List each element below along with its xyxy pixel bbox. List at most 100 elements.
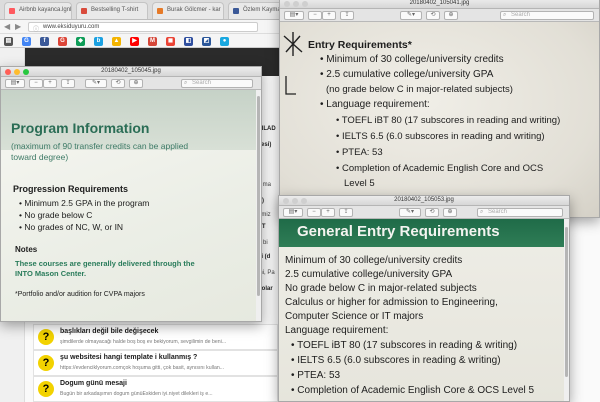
vertical-scrollbar[interactable] <box>256 90 261 321</box>
window-titlebar[interactable]: 20180402_105045.jpg <box>1 67 261 77</box>
address-input[interactable]: ⓘ www.eksiduyuru.com <box>28 22 258 33</box>
markup-pen-icon[interactable]: ✎▾ <box>399 208 421 217</box>
bullet-text: No grade below C <box>24 210 93 220</box>
list-item[interactable]: ? Dogum günü mesaji Bugün bir arkadaşımı… <box>33 376 278 402</box>
search-icon: ⌕ <box>503 12 507 18</box>
red-bookmark-icon[interactable]: ◼ <box>166 37 175 46</box>
tab-label: Airbnb kayanca.lgnl <box>19 7 72 13</box>
search-placeholder: Search <box>488 209 508 215</box>
search-placeholder: Search <box>192 80 212 86</box>
line-text: 2.5 cumulative college/university GPA <box>326 69 494 80</box>
brochure-heading: Entry Requirements* <box>308 39 412 51</box>
brochure-line: • Minimum of 30 college/university credi… <box>320 54 504 65</box>
preview-window-general-entry[interactable]: 20180402_105053.jpg ▤▾ − + ⇪ ✎▾ ⟲ ⊕ ⌕ Se… <box>278 195 570 402</box>
rotate-icon[interactable]: ⟲ <box>425 208 439 217</box>
brochure-line: No grade below C in major-related subjec… <box>285 283 477 294</box>
google-bookmark-icon[interactable]: G <box>22 37 31 46</box>
list-item[interactable]: ? başlıkları değil bile değişecek şimdil… <box>33 324 278 350</box>
markup-toolbox-icon[interactable]: ⊕ <box>443 208 457 217</box>
zoom-out-icon[interactable]: − <box>29 79 43 88</box>
brochure-footnote: *Portfolio and/or audition for CVPA majo… <box>15 291 145 298</box>
google-plus-bookmark-icon[interactable]: G <box>58 37 67 46</box>
zoom-in-icon[interactable]: + <box>322 11 336 20</box>
drive-triangle-bookmark-icon[interactable]: ▲ <box>112 37 121 46</box>
scrollbar-thumb[interactable] <box>257 96 260 296</box>
markup-pen-icon[interactable]: ✎▾ <box>400 11 422 20</box>
gmail-bookmark-icon[interactable]: M <box>148 37 157 46</box>
share-icon[interactable]: ⇪ <box>340 11 354 20</box>
bullet-text: TOEFL iBT 80 (17 subscores in reading & … <box>297 340 518 351</box>
markup-pen-icon[interactable]: ✎▾ <box>85 79 107 88</box>
brochure-line: • 2.5 cumulative college/university GPA <box>320 69 494 80</box>
facebook-bookmark-icon[interactable]: f <box>40 37 49 46</box>
brochure-line: • Language requirement: <box>320 99 430 110</box>
line-text: Language requirement: <box>326 99 430 110</box>
list-item[interactable]: ? şu websitesi hangi template i kullanmı… <box>33 350 278 376</box>
search-input[interactable]: ⌕ Search <box>181 79 253 88</box>
bullet-text: No grades of NC, W, or IN <box>24 222 124 232</box>
zoom-in-icon[interactable]: + <box>43 79 57 88</box>
share-icon[interactable]: ⇪ <box>339 208 353 217</box>
bullet-text: TOEFL iBT 80 (17 subscores in reading an… <box>341 115 561 126</box>
forward-arrow-icon[interactable]: ▶ <box>15 22 21 31</box>
window-titlebar[interactable]: 20180402_105053.jpg <box>279 196 569 206</box>
rotate-icon[interactable]: ⟲ <box>111 79 125 88</box>
sidebar-toggle-icon[interactable]: ▤▾ <box>5 79 25 88</box>
scrollbar-thumb[interactable] <box>565 227 568 377</box>
search-placeholder: Search <box>511 12 531 18</box>
post-title[interactable]: şu websitesi hangi template i kullanmış … <box>60 354 197 361</box>
brochure-bullet: • IELTS 6.5 (6.0 subscores in reading an… <box>336 131 545 142</box>
brochure-bullet: • No grade below C <box>19 210 93 220</box>
bullet-text: Completion of Academic English Core & OC… <box>297 385 535 396</box>
markup-toolbox-icon[interactable]: ⊕ <box>444 11 458 20</box>
tab-label: Burak Gölcmer - kar <box>167 7 221 13</box>
preview-toolbar: ▤▾ − + ⇪ ✎▾ ⟲ ⊕ ⌕ Search <box>279 206 569 219</box>
facebook-favicon-icon <box>233 8 239 14</box>
site-favicon-icon <box>157 8 163 14</box>
window-titlebar[interactable]: 20180402_105041.jpg <box>280 0 599 9</box>
youtube-bookmark-icon[interactable]: ▶ <box>130 37 139 46</box>
zoom-out-icon[interactable]: − <box>308 11 322 20</box>
bullet-text: Minimum 2.5 GPA in the program <box>24 198 150 208</box>
tab-bestselling[interactable]: Bestselling T-shirt <box>76 2 148 19</box>
apps-icon[interactable]: ▤ <box>4 37 13 46</box>
search-input[interactable]: ⌕ Search <box>500 11 594 20</box>
brochure-line: These courses are generally delivered th… <box>15 259 195 268</box>
search-icon: ⌕ <box>184 80 188 86</box>
drive-bookmark-icon[interactable]: ◆ <box>76 37 85 46</box>
back-arrow-icon[interactable]: ◀ <box>4 22 10 31</box>
preview-toolbar: ▤▾ − + ⇪ ✎▾ ⟲ ⊕ ⌕ Search <box>1 77 261 90</box>
photo-of-brochure: Entry Requirements* • Minimum of 30 coll… <box>280 22 599 217</box>
post-snippet: şimdilerde olmayacağı halde boş boş ev b… <box>60 339 227 345</box>
image-view: Program Information (maximum of 90 trans… <box>1 90 261 321</box>
markup-toolbox-icon[interactable]: ⊕ <box>129 79 143 88</box>
line-text: Minimum of 30 college/university credits <box>326 54 504 65</box>
tab-burak[interactable]: Burak Gölcmer - kar <box>152 2 224 19</box>
vertical-scrollbar[interactable] <box>564 219 569 401</box>
skype-bookmark-icon[interactable]: ● <box>220 37 229 46</box>
preview-window-program-info[interactable]: 20180402_105045.jpg ▤▾ − + ⇪ ✎▾ ⟲ ⊕ ⌕ Se… <box>0 66 262 322</box>
tab-airbnb[interactable]: Airbnb kayanca.lgnl <box>4 2 72 19</box>
post-title[interactable]: Dogum günü mesaji <box>60 380 127 387</box>
zoom-out-icon[interactable]: − <box>307 208 321 217</box>
sidebar-toggle-icon[interactable]: ▤▾ <box>283 208 303 217</box>
bing-bookmark-icon[interactable]: b <box>94 37 103 46</box>
brochure-line: Minimum of 30 college/university credits <box>285 255 463 266</box>
photo-of-brochure: General Entry Requirements Minimum of 30… <box>279 219 569 401</box>
word-bookmark-icon[interactable]: ◩ <box>202 37 211 46</box>
sidebar-toggle-icon[interactable]: ▤▾ <box>284 11 304 20</box>
bullet-text: PTEA: 53 <box>297 370 341 381</box>
brochure-bullet: • TOEFL iBT 80 (17 subscores in reading … <box>336 115 561 126</box>
rotate-icon[interactable]: ⟲ <box>426 11 440 20</box>
share-icon[interactable]: ⇪ <box>61 79 75 88</box>
brochure-bullet: • Completion of Academic English Core & … <box>291 385 535 396</box>
handwritten-star-mark <box>283 32 303 95</box>
preview-window-entry-requirements[interactable]: 20180402_105041.jpg ▤▾ − + ⇪ ✎▾ ⟲ ⊕ ⌕ Se… <box>279 0 600 218</box>
brochure-bullet: • No grades of NC, W, or IN <box>19 222 124 232</box>
zoom-in-icon[interactable]: + <box>321 208 335 217</box>
post-title[interactable]: başlıkları değil bile değişecek <box>60 328 158 335</box>
question-icon: ? <box>38 329 54 345</box>
search-input[interactable]: ⌕ Search <box>477 208 563 217</box>
window-title: 20180402_105053.jpg <box>394 197 454 203</box>
docs-bookmark-icon[interactable]: ◧ <box>184 37 193 46</box>
